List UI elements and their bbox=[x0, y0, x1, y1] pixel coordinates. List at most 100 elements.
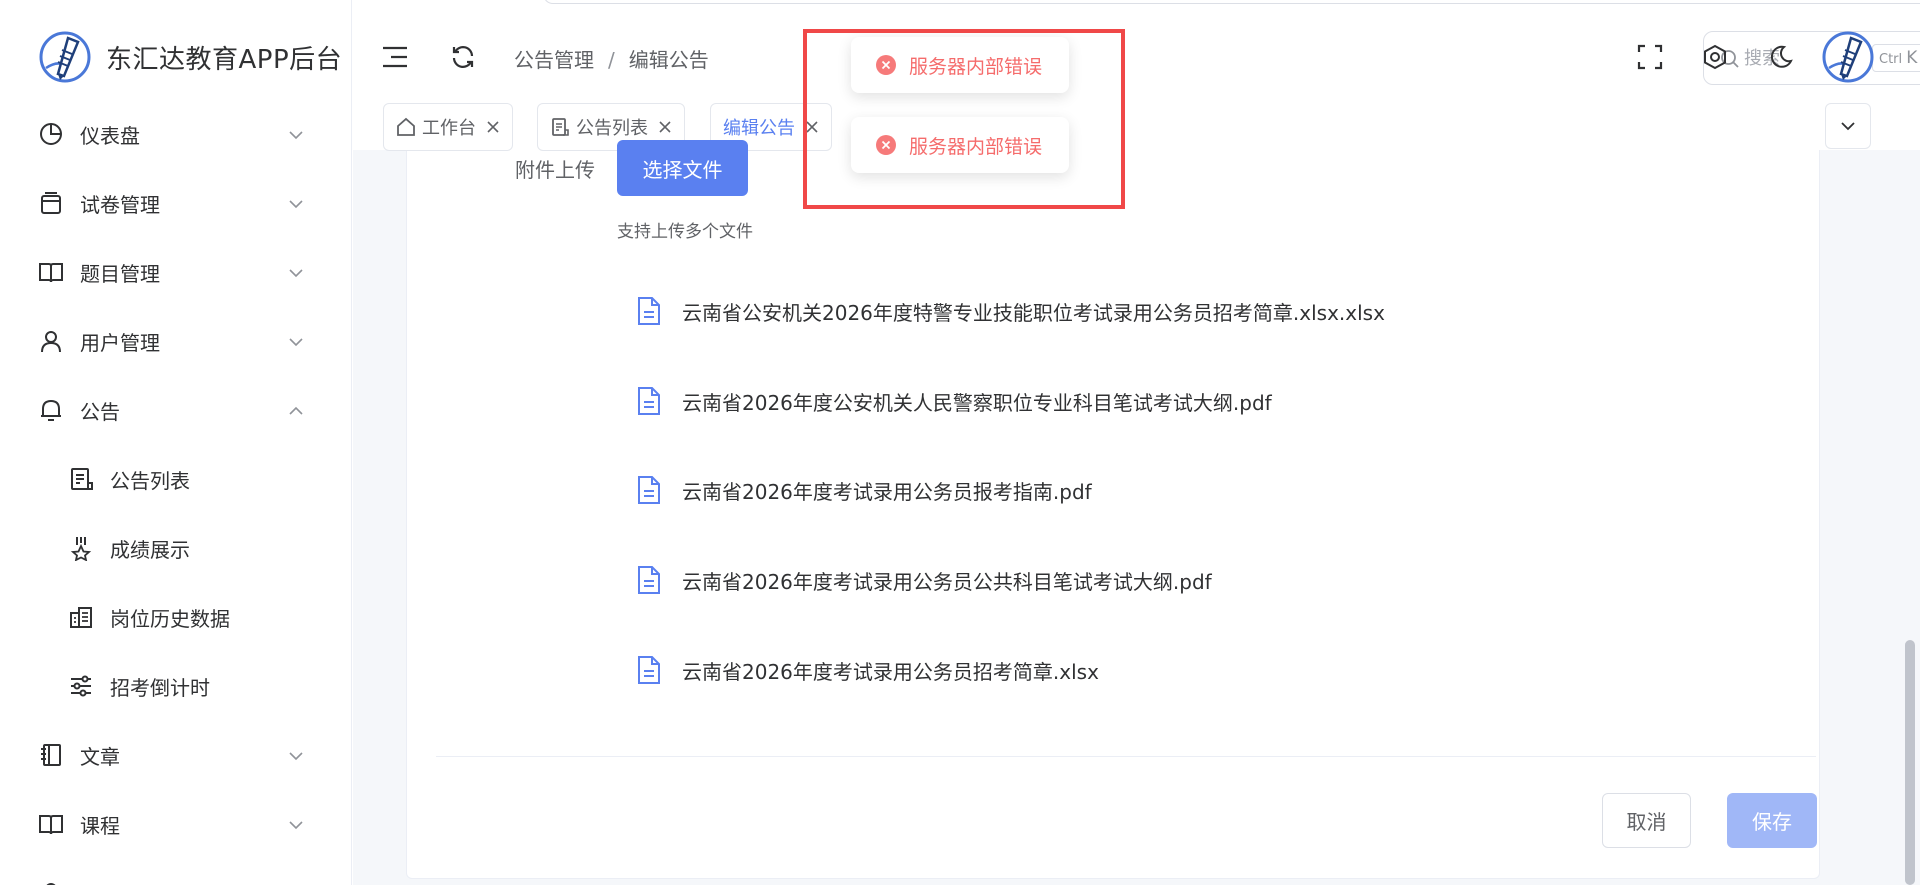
file-item[interactable]: 云南省公安机关2026年度特警专业技能职位考试录用公务员招考简章.xlsx.xl… bbox=[636, 291, 1385, 331]
breadcrumb-item[interactable]: 公告管理 bbox=[514, 48, 594, 72]
document-file-icon bbox=[638, 476, 660, 504]
sidebar-subitem-position-history[interactable]: 岗位历史数据 bbox=[0, 589, 351, 645]
pen-logo-icon bbox=[39, 31, 91, 83]
file-name: 云南省2026年度考试录用公务员报考指南.pdf bbox=[682, 479, 1092, 504]
file-item[interactable]: 云南省2026年度公安机关人民警察职位专业科目笔试考试大纲.pdf bbox=[636, 381, 1272, 421]
close-icon[interactable] bbox=[486, 120, 500, 134]
sliders-icon bbox=[71, 675, 91, 697]
breadcrumb: 公告管理 / 编辑公告 bbox=[514, 44, 709, 73]
search-box[interactable]: Ctrl K bbox=[1703, 31, 1920, 85]
sidebar-item-label: 用户管理 bbox=[80, 330, 160, 355]
chevron-down-icon bbox=[289, 200, 303, 209]
menu-toggle-button[interactable] bbox=[380, 42, 410, 72]
sidebar-subitem-score-display[interactable]: 成绩展示 bbox=[0, 520, 351, 576]
file-name: 云南省2026年度考试录用公务员招考简章.xlsx bbox=[682, 659, 1099, 684]
settings-hexagon-icon bbox=[1704, 44, 1726, 70]
document-file-icon bbox=[638, 297, 660, 325]
form-card bbox=[406, 150, 1820, 879]
sidebar-item-label: 公告列表 bbox=[110, 468, 190, 493]
sidebar: 东汇达教育APP后台 仪表盘 试卷管理 题目管理 用户管理 公告 公告列表 成绩… bbox=[0, 0, 352, 885]
sidebar-item-more[interactable] bbox=[0, 865, 351, 885]
refresh-icon bbox=[452, 46, 474, 68]
vertical-scrollbar[interactable] bbox=[1905, 640, 1915, 885]
header: 公告管理 / 编辑公告 Ctrl K bbox=[353, 0, 1920, 114]
form-divider bbox=[436, 756, 1816, 757]
refresh-button[interactable] bbox=[448, 42, 478, 72]
sidebar-subitem-announcement-list[interactable]: 公告列表 bbox=[0, 451, 351, 507]
tab-label: 编辑公告 bbox=[723, 118, 795, 139]
settings-button[interactable] bbox=[1700, 42, 1730, 72]
sidebar-item-courses[interactable]: 课程 bbox=[0, 796, 351, 852]
moon-icon bbox=[1770, 45, 1793, 68]
sidebar-item-label: 仪表盘 bbox=[80, 123, 140, 148]
sidebar-item-announcements[interactable]: 公告 bbox=[0, 382, 351, 438]
list-doc-icon bbox=[552, 118, 569, 136]
sidebar-item-label: 试卷管理 bbox=[80, 192, 160, 217]
bell-icon bbox=[41, 399, 61, 421]
breadcrumb-current: 编辑公告 bbox=[628, 48, 709, 72]
file-name: 云南省2026年度考试录用公务员公共科目笔试考试大纲.pdf bbox=[682, 569, 1212, 594]
save-button[interactable]: 保存 bbox=[1727, 793, 1817, 848]
notebook-icon bbox=[41, 744, 61, 766]
close-icon[interactable] bbox=[658, 120, 672, 134]
document-file-icon bbox=[638, 387, 660, 415]
list-doc-icon bbox=[71, 468, 93, 490]
tab-workbench[interactable]: 工作台 bbox=[383, 103, 513, 151]
sidebar-item-label: 课程 bbox=[80, 813, 120, 838]
browser-bar-edge bbox=[543, 0, 1920, 4]
user-icon bbox=[41, 331, 61, 353]
file-item[interactable]: 云南省2026年度考试录用公务员报考指南.pdf bbox=[636, 470, 1092, 510]
sidebar-item-label: 岗位历史数据 bbox=[110, 606, 230, 631]
sidebar-item-questions[interactable]: 题目管理 bbox=[0, 244, 351, 300]
fullscreen-button[interactable] bbox=[1635, 42, 1665, 72]
book-icon bbox=[39, 263, 63, 283]
select-file-button[interactable]: 选择文件 bbox=[617, 140, 748, 196]
sidebar-item-label: 文章 bbox=[80, 744, 120, 769]
sidebar-subitem-exam-countdown[interactable]: 招考倒计时 bbox=[0, 658, 351, 714]
search-shortcut-badge: Ctrl K bbox=[1872, 44, 1920, 72]
file-item[interactable]: 云南省2026年度考试录用公务员招考简章.xlsx bbox=[636, 650, 1099, 690]
sidebar-item-label: 招考倒计时 bbox=[110, 675, 210, 700]
dashboard-icon bbox=[40, 123, 62, 145]
home-icon bbox=[397, 117, 415, 136]
app-root: 东汇达教育APP后台 仪表盘 试卷管理 题目管理 用户管理 公告 公告列表 成绩… bbox=[0, 0, 1920, 885]
breadcrumb-separator: / bbox=[608, 48, 615, 72]
menu-fold-icon bbox=[383, 46, 407, 68]
fullscreen-icon bbox=[1637, 44, 1663, 70]
sidebar-item-label: 公告 bbox=[80, 399, 120, 424]
sidebar-item-articles[interactable]: 文章 bbox=[0, 727, 351, 783]
sidebar-item-label: 题目管理 bbox=[80, 261, 160, 286]
theme-toggle-button[interactable] bbox=[1766, 42, 1796, 72]
chevron-down-icon bbox=[289, 131, 303, 140]
chevron-down-icon bbox=[289, 752, 303, 761]
tab-label: 公告列表 bbox=[576, 118, 648, 139]
document-file-icon bbox=[638, 566, 660, 594]
cancel-button[interactable]: 取消 bbox=[1602, 793, 1691, 848]
attachment-label: 附件上传 bbox=[515, 158, 595, 182]
chevron-down-icon bbox=[1841, 122, 1855, 131]
user-icon bbox=[46, 883, 56, 885]
chevron-down-icon bbox=[289, 269, 303, 278]
tabs-more-button[interactable] bbox=[1825, 103, 1871, 149]
sidebar-item-dashboard[interactable]: 仪表盘 bbox=[0, 106, 351, 162]
chevron-down-icon bbox=[289, 338, 303, 347]
file-name: 云南省2026年度公安机关人民警察职位专业科目笔试考试大纲.pdf bbox=[682, 390, 1272, 415]
tab-label: 工作台 bbox=[422, 118, 476, 139]
medal-icon bbox=[70, 537, 92, 561]
sidebar-item-label: 成绩展示 bbox=[110, 537, 190, 562]
sidebar-item-exam-papers[interactable]: 试卷管理 bbox=[0, 175, 351, 231]
book-open-icon bbox=[39, 815, 63, 835]
avatar[interactable] bbox=[1821, 30, 1875, 84]
document-file-icon bbox=[638, 656, 660, 684]
chevron-up-icon bbox=[289, 406, 303, 415]
brand-title: 东汇达教育APP后台 bbox=[106, 44, 343, 75]
document-icon bbox=[41, 192, 61, 214]
chevron-down-icon bbox=[289, 821, 303, 830]
sidebar-item-users[interactable]: 用户管理 bbox=[0, 313, 351, 369]
file-name: 云南省公安机关2026年度特警专业技能职位考试录用公务员招考简章.xlsx.xl… bbox=[682, 300, 1385, 325]
office-building-icon bbox=[70, 607, 92, 628]
highlight-box bbox=[803, 29, 1125, 209]
upload-tip: 支持上传多个文件 bbox=[617, 222, 753, 242]
file-item[interactable]: 云南省2026年度考试录用公务员公共科目笔试考试大纲.pdf bbox=[636, 560, 1212, 600]
brand[interactable]: 东汇达教育APP后台 bbox=[0, 0, 351, 114]
